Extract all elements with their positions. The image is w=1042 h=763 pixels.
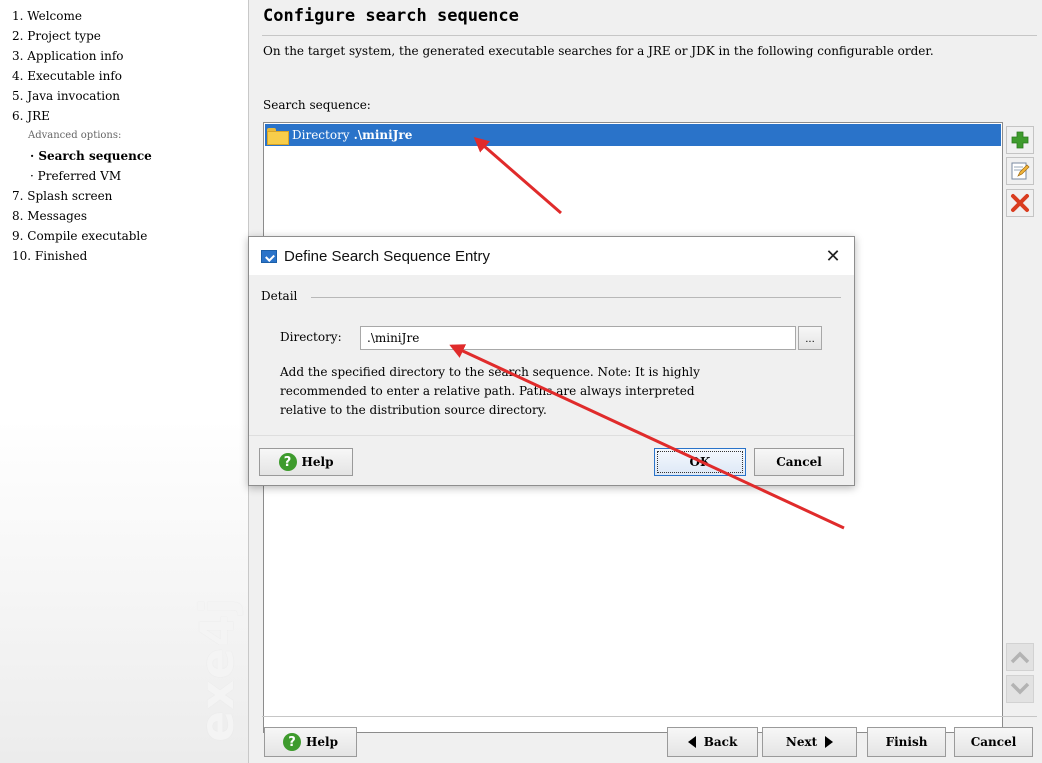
move-up-icon bbox=[1010, 651, 1030, 664]
cancel-button-label: Cancel bbox=[970, 735, 1017, 749]
page-title: Configure search sequence bbox=[263, 6, 519, 26]
browse-button[interactable]: ... bbox=[798, 326, 822, 350]
page-description: On the target system, the generated exec… bbox=[263, 44, 934, 58]
step-list: 1. Welcome 2. Project type 3. Applicatio… bbox=[12, 6, 152, 266]
help-icon: ? bbox=[283, 733, 302, 751]
detail-divider bbox=[311, 297, 841, 298]
cancel-button[interactable]: Cancel bbox=[954, 727, 1033, 757]
dialog-title: Define Search Sequence Entry bbox=[284, 247, 490, 265]
back-button[interactable]: Back bbox=[667, 727, 758, 757]
delete-icon bbox=[1011, 194, 1029, 212]
dialog-cancel-label: Cancel bbox=[776, 455, 822, 469]
detail-section-label: Detail bbox=[261, 289, 298, 303]
ok-button[interactable]: OK bbox=[654, 448, 746, 476]
list-item[interactable]: Directory .\miniJre bbox=[265, 124, 1001, 146]
add-icon bbox=[1011, 131, 1029, 149]
step-jre[interactable]: 6. JRE bbox=[12, 106, 152, 126]
move-up-button[interactable] bbox=[1006, 643, 1034, 671]
edit-entry-button[interactable] bbox=[1006, 157, 1034, 185]
back-button-label: Back bbox=[703, 735, 738, 749]
step-compile-executable[interactable]: 9. Compile executable bbox=[12, 226, 152, 246]
app-icon bbox=[261, 249, 277, 263]
finish-button[interactable]: Finish bbox=[867, 727, 946, 757]
define-search-sequence-dialog: Define Search Sequence Entry ✕ Detail Di… bbox=[248, 236, 855, 486]
nav-divider bbox=[262, 716, 1037, 717]
next-button[interactable]: Next bbox=[762, 727, 857, 757]
arrow-left-icon bbox=[687, 736, 696, 748]
step-search-sequence[interactable]: · Search sequence bbox=[12, 146, 152, 166]
close-icon[interactable]: ✕ bbox=[818, 241, 848, 271]
dialog-title-bar[interactable]: Define Search Sequence Entry ✕ bbox=[249, 237, 854, 275]
step-java-invocation[interactable]: 5. Java invocation bbox=[12, 86, 152, 106]
finish-button-label: Finish bbox=[885, 735, 928, 749]
advanced-options-label: Advanced options: bbox=[28, 130, 122, 141]
directory-input[interactable]: .\miniJre bbox=[360, 326, 796, 350]
step-welcome[interactable]: 1. Welcome bbox=[12, 6, 152, 26]
entry-type: Directory bbox=[292, 128, 350, 142]
wizard-sidebar: 1. Welcome 2. Project type 3. Applicatio… bbox=[0, 0, 249, 763]
move-down-icon bbox=[1010, 682, 1030, 695]
dialog-help-label: Help bbox=[301, 455, 334, 469]
help-button[interactable]: ? Help bbox=[264, 727, 357, 757]
ok-button-label: OK bbox=[689, 455, 711, 469]
next-button-label: Next bbox=[785, 735, 818, 749]
directory-label: Directory: bbox=[280, 330, 342, 344]
entry-value: .\miniJre bbox=[353, 128, 413, 142]
dialog-help-button[interactable]: ? Help bbox=[259, 448, 353, 476]
folder-icon bbox=[267, 127, 289, 145]
dialog-cancel-button[interactable]: Cancel bbox=[754, 448, 844, 476]
exe4j-logo: exe4j bbox=[190, 597, 244, 742]
add-entry-button[interactable] bbox=[1006, 126, 1034, 154]
step-executable-info[interactable]: 4. Executable info bbox=[12, 66, 152, 86]
help-button-label: Help bbox=[306, 735, 338, 749]
step-preferred-vm[interactable]: · Preferred VM bbox=[12, 166, 152, 186]
edit-icon bbox=[1011, 162, 1030, 180]
step-finished[interactable]: 10. Finished bbox=[12, 246, 152, 266]
directory-help-text: Add the specified directory to the searc… bbox=[280, 365, 700, 417]
step-project-type[interactable]: 2. Project type bbox=[12, 26, 152, 46]
dialog-button-divider bbox=[249, 435, 854, 436]
move-down-button[interactable] bbox=[1006, 675, 1034, 703]
title-divider bbox=[262, 35, 1037, 36]
delete-entry-button[interactable] bbox=[1006, 189, 1034, 217]
step-application-info[interactable]: 3. Application info bbox=[12, 46, 152, 66]
step-splash-screen[interactable]: 7. Splash screen bbox=[12, 186, 152, 206]
arrow-right-icon bbox=[825, 736, 834, 748]
search-sequence-label: Search sequence: bbox=[263, 98, 371, 112]
help-icon: ? bbox=[278, 453, 297, 471]
step-messages[interactable]: 8. Messages bbox=[12, 206, 152, 226]
